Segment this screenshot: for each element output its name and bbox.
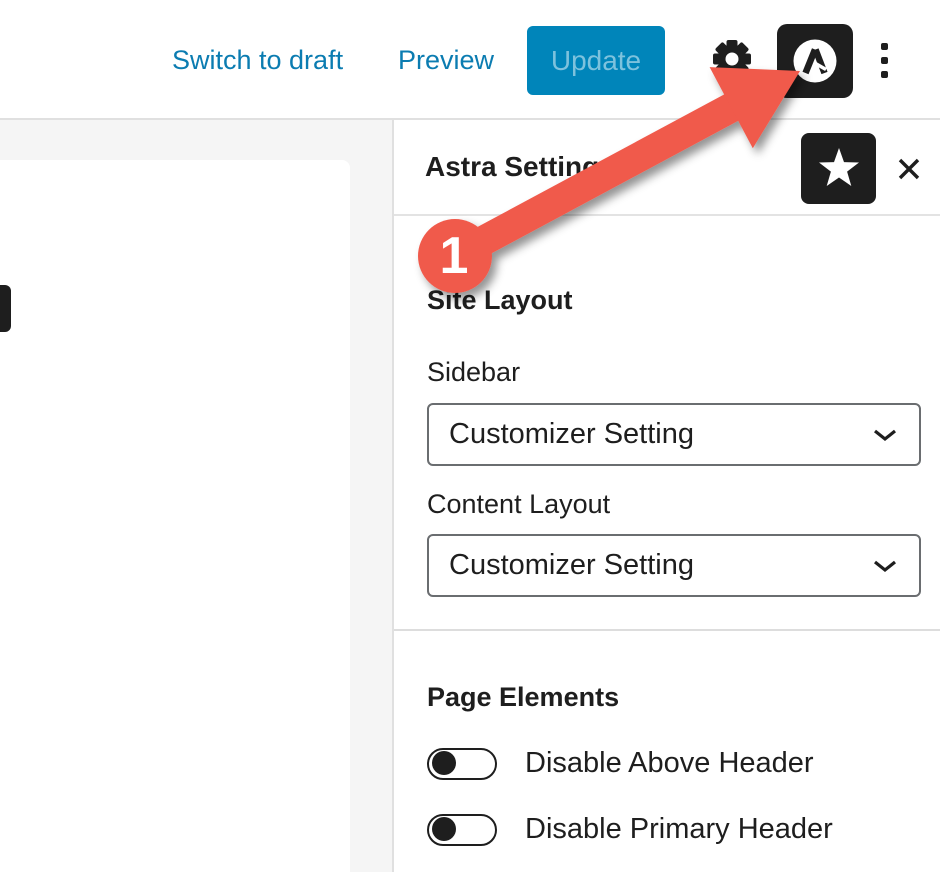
content-layout-select-value: Customizer Setting [449,549,694,582]
close-panel-button[interactable] [886,146,932,192]
kebab-menu-icon[interactable] [869,0,899,120]
cropped-black-popover-edge [0,285,11,332]
chevron-down-icon [871,557,899,575]
toggle-row: Disable Above Header [427,747,814,780]
panel-header: Astra Settings [394,120,940,216]
close-icon [893,153,925,185]
toggle-row: Disable Primary Header [427,813,833,846]
pin-favorite-button[interactable] [801,133,876,204]
page-canvas [0,160,350,872]
sidebar-select[interactable]: Customizer Setting [427,403,921,466]
sidebar-field-label: Sidebar [427,357,520,388]
toggle-knob [432,751,456,775]
toggle-knob [432,817,456,841]
star-icon [816,146,862,192]
astra-settings-toolbar-button[interactable] [777,24,853,98]
disable-primary-header-toggle[interactable] [427,814,497,846]
update-button[interactable]: Update [527,26,665,95]
section-heading-page-elements: Page Elements [427,682,619,713]
section-divider [394,629,940,631]
editor-background [0,120,392,872]
switch-to-draft-button[interactable]: Switch to draft [172,0,343,120]
disable-above-header-toggle[interactable] [427,748,497,780]
settings-gear-button[interactable] [711,38,753,80]
content-layout-select[interactable]: Customizer Setting [427,534,921,597]
editor-toolbar: Switch to draft Preview Update [0,0,940,120]
chevron-down-icon [871,426,899,444]
disable-above-header-label: Disable Above Header [525,747,814,780]
disable-primary-header-label: Disable Primary Header [525,813,833,846]
content-layout-field-label: Content Layout [427,489,610,520]
preview-button[interactable]: Preview [398,0,494,120]
astra-logo-icon [792,38,838,84]
gear-icon [711,38,753,80]
astra-settings-panel: Astra Settings Site Layout Sidebar Custo… [392,120,940,872]
wordpress-editor-screen: Switch to draft Preview Update [0,0,940,872]
panel-title: Astra Settings [425,120,615,214]
section-heading-site-layout: Site Layout [427,285,573,316]
sidebar-select-value: Customizer Setting [449,418,694,451]
